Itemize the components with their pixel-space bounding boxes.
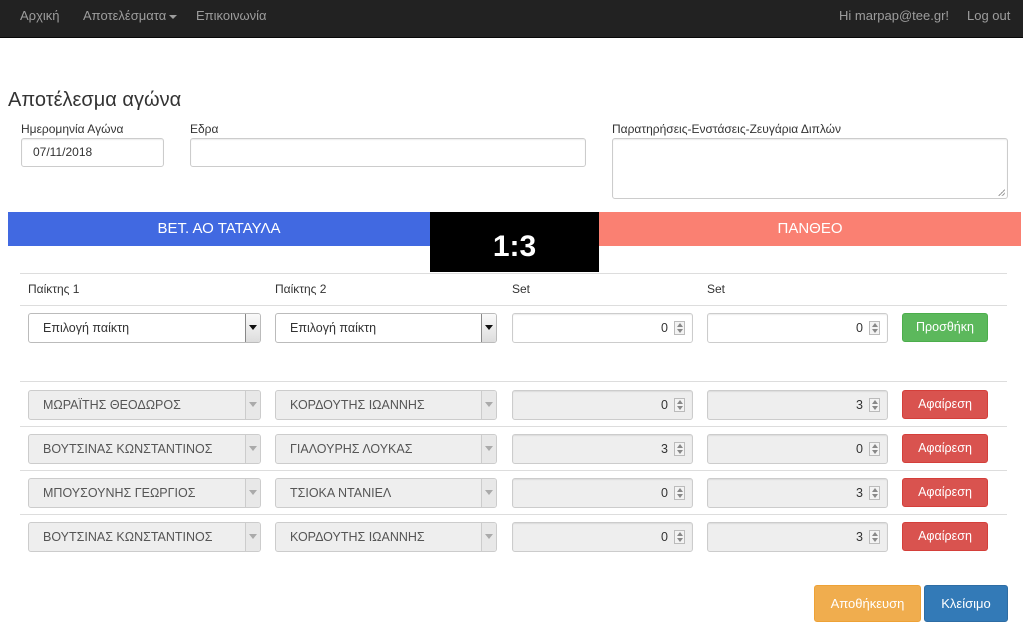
row-divider <box>20 514 1007 515</box>
header-set2: Set <box>707 282 726 296</box>
row-set2-input[interactable]: 3 <box>707 390 888 420</box>
spinner-icon <box>869 486 880 500</box>
row-player2-value: ΤΣΙΟΚΑ ΝΤΑΝΙΕΛ <box>290 486 392 500</box>
row-set1-value: 0 <box>661 486 668 500</box>
remove-row-button[interactable]: Αφαίρεση <box>902 434 988 463</box>
row-player1-select[interactable]: ΜΩΡΑΪΤΗΣ ΘΕΟΔΩΡΟΣ <box>28 390 261 420</box>
header-player1: Παίκτης 1 <box>28 282 80 296</box>
row-player1-value: ΜΠΟΥΣΟΥΝΗΣ ΓΕΩΡΓΙΟΣ <box>43 486 196 500</box>
header-set1: Set <box>512 282 531 296</box>
spinner-icon <box>869 442 880 456</box>
notes-label: Παρατηρήσεις-Ενστάσεις-Ζευγάρια Διπλών <box>612 122 842 136</box>
row-set2-value: 3 <box>856 398 863 412</box>
save-button[interactable]: Αποθήκευση <box>814 585 921 622</box>
nav-results-dropdown[interactable]: Αποτελέσματα <box>83 0 178 37</box>
spinner-icon[interactable] <box>869 321 880 335</box>
chevron-down-icon <box>481 435 496 463</box>
rows-divider <box>20 381 1007 382</box>
row-player1-value: ΜΩΡΑΪΤΗΣ ΘΕΟΔΩΡΟΣ <box>43 398 181 412</box>
row-set1-input[interactable]: 0 <box>512 478 693 508</box>
row-set2-value: 3 <box>856 530 863 544</box>
row-player1-value: ΒΟΥΤΣΙΝΑΣ ΚΩΝΣΤΑΝΤΙΝΟΣ <box>43 442 213 456</box>
row-set2-value: 0 <box>856 442 863 456</box>
row-player1-select[interactable]: ΒΟΥΤΣΙΝΑΣ ΚΩΝΣΤΑΝΤΙΝΟΣ <box>28 434 261 464</box>
row-set2-value: 3 <box>856 486 863 500</box>
top-navbar: Αρχική Αποτελέσματα Επικοινωνία Hi marpa… <box>0 0 1023 38</box>
chevron-down-icon <box>481 391 496 419</box>
row-player2-select[interactable]: ΤΣΙΟΚΑ ΝΤΑΝΙΕΛ <box>275 478 497 508</box>
spinner-icon <box>869 530 880 544</box>
chevron-down-icon <box>481 523 496 551</box>
header-divider <box>20 305 1007 306</box>
row-player1-value: ΒΟΥΤΣΙΝΑΣ ΚΩΝΣΤΑΝΤΙΝΟΣ <box>43 530 213 544</box>
chevron-down-icon <box>245 523 260 551</box>
chevron-down-icon[interactable] <box>245 314 260 342</box>
notes-textarea[interactable] <box>612 138 1008 199</box>
header-player2: Παίκτης 2 <box>275 282 327 296</box>
player1-select[interactable]: Επιλογή παίκτη <box>28 313 261 343</box>
row-player1-select[interactable]: ΒΟΥΤΣΙΝΑΣ ΚΩΝΣΤΑΝΤΙΝΟΣ <box>28 522 261 552</box>
set2-input[interactable]: 0 <box>707 313 888 343</box>
set1-value: 0 <box>661 321 668 335</box>
row-set1-input[interactable]: 3 <box>512 434 693 464</box>
spinner-icon <box>674 530 685 544</box>
player1-select-value: Επιλογή παίκτη <box>43 321 130 335</box>
remove-row-button[interactable]: Αφαίρεση <box>902 522 988 551</box>
nav-greeting-link[interactable]: Hi marpap@tee.gr! <box>839 0 949 37</box>
row-set1-input[interactable]: 0 <box>512 522 693 552</box>
date-input[interactable]: 07/11/2018 <box>21 138 164 167</box>
row-player2-value: ΓΙΑΛΟΥΡΗΣ ΛΟΥΚΑΣ <box>290 442 413 456</box>
chevron-down-icon <box>245 391 260 419</box>
remove-row-button[interactable]: Αφαίρεση <box>902 390 988 419</box>
caret-down-icon <box>169 14 178 19</box>
row-set1-input[interactable]: 0 <box>512 390 693 420</box>
nav-home-link[interactable]: Αρχική <box>20 0 60 37</box>
page-title: Αποτέλεσμα αγώνα <box>8 89 182 111</box>
close-button[interactable]: Κλείσιμο <box>924 585 1008 622</box>
row-player1-select[interactable]: ΜΠΟΥΣΟΥΝΗΣ ΓΕΩΡΓΙΟΣ <box>28 478 261 508</box>
chevron-down-icon[interactable] <box>481 314 496 342</box>
spinner-icon <box>674 486 685 500</box>
nav-results-label: Αποτελέσματα <box>83 8 167 23</box>
resize-grip-icon[interactable] <box>998 189 1005 196</box>
row-set2-input[interactable]: 3 <box>707 522 888 552</box>
set1-input[interactable]: 0 <box>512 313 693 343</box>
chevron-down-icon <box>245 479 260 507</box>
venue-label: Εδρα <box>190 122 219 136</box>
chevron-down-icon <box>245 435 260 463</box>
match-score: 1:3 <box>430 212 599 272</box>
player2-select-value: Επιλογή παίκτη <box>290 321 377 335</box>
spinner-icon <box>869 398 880 412</box>
row-divider <box>20 426 1007 427</box>
row-player2-value: ΚΟΡΔΟΥΤΗΣ ΙΩΑΝΝΗΣ <box>290 398 425 412</box>
row-set2-input[interactable]: 0 <box>707 434 888 464</box>
set2-value: 0 <box>856 321 863 335</box>
chevron-down-icon <box>481 479 496 507</box>
remove-row-button[interactable]: Αφαίρεση <box>902 478 988 507</box>
row-set1-value: 3 <box>661 442 668 456</box>
row-player2-select[interactable]: ΚΟΡΔΟΥΤΗΣ ΙΩΑΝΝΗΣ <box>275 390 497 420</box>
row-set1-value: 0 <box>661 398 668 412</box>
row-divider <box>20 470 1007 471</box>
away-team-banner: ΠΑΝΘΕΟ <box>599 212 1021 246</box>
row-player2-select[interactable]: ΓΙΑΛΟΥΡΗΣ ΛΟΥΚΑΣ <box>275 434 497 464</box>
row-set1-value: 0 <box>661 530 668 544</box>
spinner-icon <box>674 442 685 456</box>
spinner-icon[interactable] <box>674 321 685 335</box>
player2-select[interactable]: Επιλογή παίκτη <box>275 313 497 343</box>
spinner-icon <box>674 398 685 412</box>
date-label: Ημερομηνία Αγώνα <box>21 122 124 136</box>
nav-logout-link[interactable]: Log out <box>967 0 1010 37</box>
home-team-banner: ΒΕΤ. ΑΟ ΤΑΤΑΥΛΑ <box>8 212 430 246</box>
row-player2-value: ΚΟΡΔΟΥΤΗΣ ΙΩΑΝΝΗΣ <box>290 530 425 544</box>
table-top-divider <box>20 273 1007 274</box>
venue-input[interactable] <box>190 138 586 167</box>
row-player2-select[interactable]: ΚΟΡΔΟΥΤΗΣ ΙΩΑΝΝΗΣ <box>275 522 497 552</box>
row-set2-input[interactable]: 3 <box>707 478 888 508</box>
nav-contact-link[interactable]: Επικοινωνία <box>196 0 267 37</box>
add-row-button[interactable]: Προσθήκη <box>902 313 988 342</box>
